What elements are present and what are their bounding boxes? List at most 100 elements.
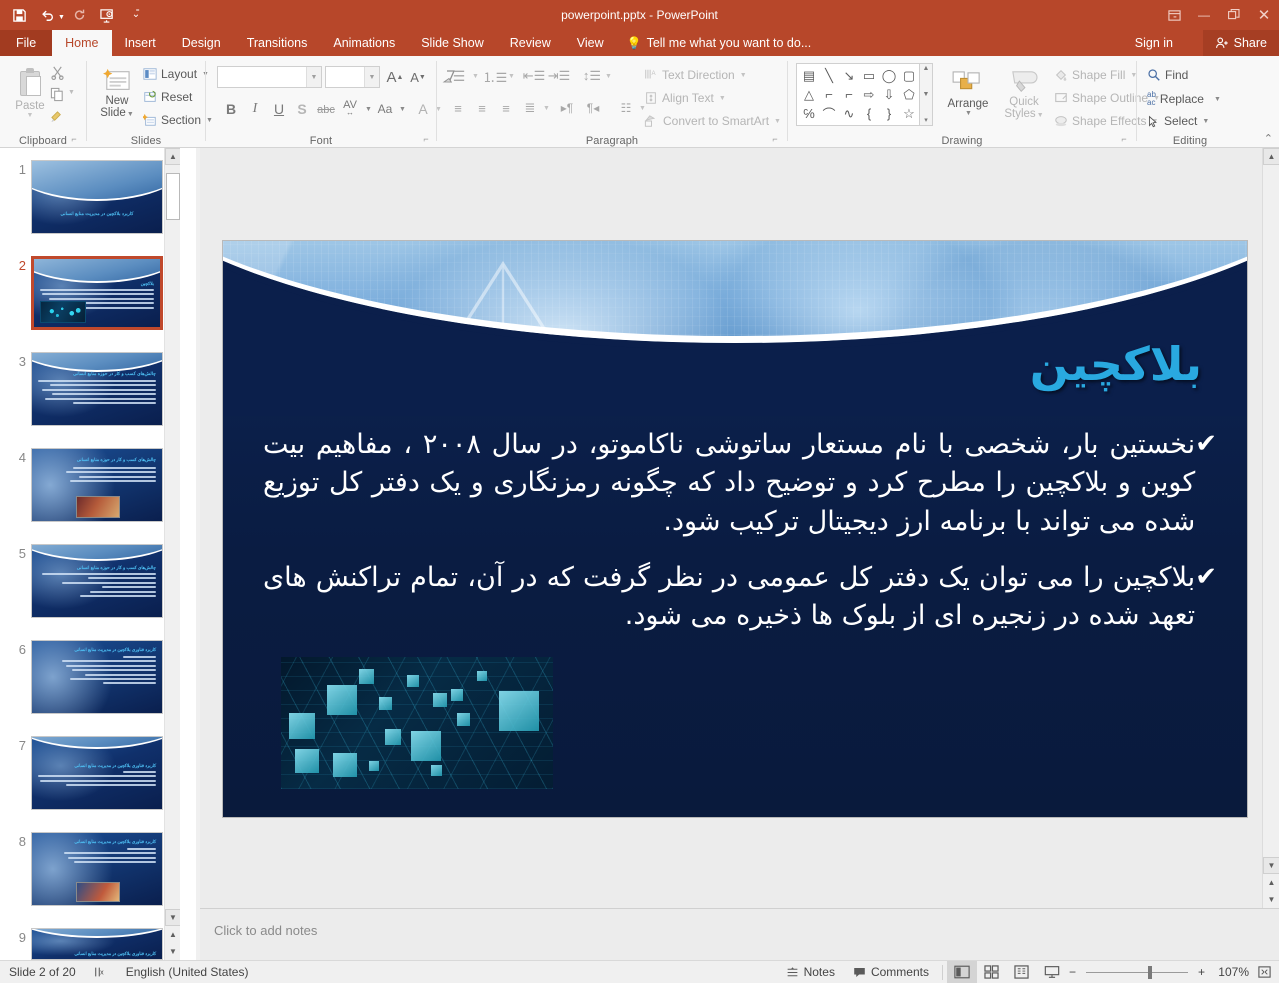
- numbering-button[interactable]: ⒈☰: [483, 65, 507, 87]
- section-button[interactable]: Section▼: [143, 113, 213, 127]
- thumbnails-scroll-thumb[interactable]: [166, 173, 180, 220]
- shapes-more-icon[interactable]: ▾: [924, 116, 928, 124]
- tab-review[interactable]: Review: [497, 30, 564, 56]
- character-spacing-button[interactable]: AV ↔: [337, 97, 363, 119]
- shapes-scroll-down-icon[interactable]: ▼: [923, 91, 930, 98]
- tab-slide-show[interactable]: Slide Show: [408, 30, 497, 56]
- shape-right-arrow[interactable]: ⇨: [859, 85, 879, 104]
- thumbnail-frame-3[interactable]: چالش‌های کسب و کار در حوزه منابع انسانی: [31, 352, 163, 426]
- shapes-gallery-scrollbar[interactable]: ▲ ▼ ▾: [920, 63, 933, 126]
- zoom-slider-handle[interactable]: [1148, 966, 1152, 979]
- thumbnail-slide-6[interactable]: 6 کاربرد فناوری بلاکچین در مدیریت منابع …: [8, 640, 163, 714]
- thumbnail-slide-1[interactable]: 1 کاربرد بلاکچین در مدیریت منابع انسانی: [8, 160, 163, 234]
- thumbnails-next-slide-icon[interactable]: ▼: [165, 943, 180, 960]
- slide-thumbnails-panel[interactable]: 1 کاربرد بلاکچین در مدیریت منابع انسانی …: [0, 148, 180, 960]
- shape-right-brace[interactable]: }: [879, 104, 899, 123]
- copy-icon[interactable]: [46, 84, 68, 104]
- slide-sorter-view-button[interactable]: [977, 961, 1007, 983]
- paragraph-dialog-launcher[interactable]: ⌐: [769, 133, 781, 145]
- shape-curve[interactable]: ∿: [839, 104, 859, 123]
- shapes-gallery[interactable]: ▤ ╲ ↘ ▭ ◯ ▢ △ ⌐ ⌐ ⇨ ⇩ ⬠ ℅ ⌒ ∿ { } ☆: [796, 63, 920, 126]
- language-indicator[interactable]: English (United States): [117, 961, 258, 983]
- zoom-in-button[interactable]: +: [1196, 961, 1207, 983]
- replace-button[interactable]: abac Replace▼: [1147, 91, 1221, 107]
- undo-icon[interactable]: [34, 3, 60, 27]
- paste-dropdown-caret[interactable]: ▼: [27, 112, 34, 119]
- tab-view[interactable]: View: [564, 30, 617, 56]
- thumbnail-frame-5[interactable]: چالش‌های کسب و کار در حوزه منابع انسانی: [31, 544, 163, 618]
- redo-icon[interactable]: [67, 3, 93, 27]
- slide-canvas[interactable]: بلاکچین ✔ نخستین بار، شخصی با نام مستعار…: [200, 148, 1279, 908]
- thumbnail-frame-2[interactable]: بلاکچین: [31, 256, 163, 330]
- align-center-button[interactable]: ≡: [471, 97, 493, 119]
- tab-transitions[interactable]: Transitions: [234, 30, 321, 56]
- thumbnail-slide-4[interactable]: 4 چالش‌های کسب و کار در حوزه منابع انسان…: [8, 448, 163, 522]
- character-spacing-caret[interactable]: ▼: [365, 106, 372, 113]
- line-spacing-caret[interactable]: ▼: [605, 73, 612, 80]
- strikethrough-button[interactable]: abc: [314, 100, 338, 120]
- copy-dropdown-caret[interactable]: ▼: [68, 89, 75, 96]
- zoom-level[interactable]: 107%: [1207, 965, 1249, 979]
- drawing-dialog-launcher[interactable]: ⌐: [1118, 133, 1130, 145]
- align-left-button[interactable]: ≡: [447, 97, 469, 119]
- bullets-button[interactable]: ☰: [447, 65, 471, 87]
- thumbnails-scrollbar[interactable]: ▲ ▼ ▲ ▼: [164, 148, 180, 960]
- reading-view-button[interactable]: [1007, 961, 1037, 983]
- tab-animations[interactable]: Animations: [320, 30, 408, 56]
- thumbnails-scroll-down-icon[interactable]: ▼: [165, 909, 180, 926]
- align-text-button[interactable]: Align Text▼: [644, 91, 726, 105]
- cut-icon[interactable]: [46, 62, 68, 82]
- numbering-caret[interactable]: ▼: [508, 73, 515, 80]
- decrease-font-size-button[interactable]: A▼: [407, 66, 429, 88]
- slide-show-button[interactable]: [1037, 961, 1067, 983]
- comments-button[interactable]: Comments: [844, 961, 938, 983]
- canvas-scroll-down-icon[interactable]: ▼: [1263, 857, 1279, 874]
- thumbnails-prev-slide-icon[interactable]: ▲: [165, 926, 180, 943]
- shape-rounded-rect[interactable]: ▢: [899, 66, 919, 85]
- shape-fill-button[interactable]: Shape Fill▼: [1054, 68, 1137, 82]
- close-button[interactable]: ✕: [1249, 0, 1279, 30]
- shape-down-arrow[interactable]: ⇩: [879, 85, 899, 104]
- quick-styles-button[interactable]: Quick Styles▼: [998, 62, 1050, 126]
- font-color-button[interactable]: A: [412, 98, 434, 120]
- fit-slide-to-window-button[interactable]: [1249, 961, 1279, 983]
- slide-title[interactable]: بلاکچین: [1030, 337, 1202, 391]
- thumbnail-slide-3[interactable]: 3 چالش‌های کسب و کار در حوزه منابع انسان…: [8, 352, 163, 426]
- select-button[interactable]: Select▼: [1147, 114, 1209, 128]
- shape-arrow[interactable]: ↘: [839, 66, 859, 85]
- shape-rectangle[interactable]: ▭: [859, 66, 879, 85]
- shape-folded-corner[interactable]: ⬠: [899, 85, 919, 104]
- font-size-dropdown-caret[interactable]: ▼: [364, 67, 379, 87]
- minimize-button[interactable]: —: [1189, 0, 1219, 30]
- shape-oval[interactable]: ◯: [879, 66, 899, 85]
- thumbnails-scroll-up-icon[interactable]: ▲: [165, 148, 180, 165]
- justify-button[interactable]: ≣: [519, 97, 541, 119]
- shape-triangle[interactable]: △: [799, 85, 819, 104]
- new-slide-button[interactable]: New Slide▼: [93, 62, 141, 124]
- zoom-slider[interactable]: [1086, 972, 1188, 973]
- rtl-text-direction-button[interactable]: ¶◂: [581, 97, 605, 119]
- increase-indent-button[interactable]: ⇥☰: [547, 65, 571, 87]
- notes-pane[interactable]: Click to add notes: [200, 908, 1279, 960]
- collapse-ribbon-icon[interactable]: ⌃: [1264, 132, 1273, 145]
- convert-to-smartart-button[interactable]: Convert to SmartArt▼: [644, 114, 781, 128]
- thumbnail-frame-6[interactable]: کاربرد فناوری بلاکچین در مدیریت منابع ان…: [31, 640, 163, 714]
- notes-button[interactable]: Notes: [777, 961, 844, 983]
- shape-elbow-arrow[interactable]: ⌐: [839, 85, 859, 104]
- font-size-input[interactable]: ▼: [325, 66, 380, 88]
- ribbon-display-options-icon[interactable]: [1159, 0, 1189, 30]
- tab-file[interactable]: File: [0, 30, 52, 56]
- find-button[interactable]: Find: [1147, 68, 1188, 82]
- save-icon[interactable]: [6, 3, 32, 27]
- tab-design[interactable]: Design: [169, 30, 234, 56]
- align-right-button[interactable]: ≡: [495, 97, 517, 119]
- font-dialog-launcher[interactable]: ⌐: [420, 133, 432, 145]
- normal-view-button[interactable]: [947, 961, 977, 983]
- font-name-input[interactable]: ▼: [217, 66, 322, 88]
- format-painter-icon[interactable]: [46, 106, 68, 126]
- notes-placeholder[interactable]: Click to add notes: [214, 923, 317, 938]
- shape-star[interactable]: ☆: [899, 104, 919, 123]
- canvas-scrollbar[interactable]: ▲ ▼ ▲ ▼: [1262, 148, 1279, 908]
- shape-elbow-connector[interactable]: ⌐: [819, 85, 839, 104]
- shape-line[interactable]: ╲: [819, 66, 839, 85]
